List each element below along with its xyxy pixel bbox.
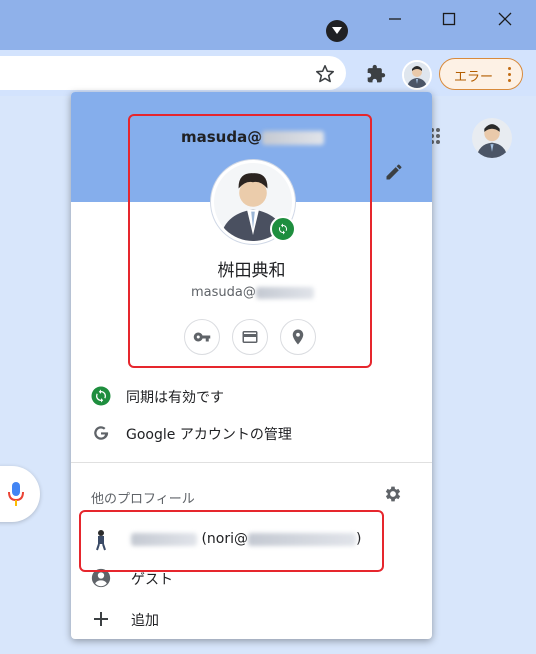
extensions-button[interactable] (366, 64, 386, 84)
add-profile-label: 追加 (131, 613, 159, 629)
bookmark-star-button[interactable] (314, 63, 336, 85)
sync-status-label: 同期は有効です (126, 390, 224, 406)
google-g-icon (91, 423, 111, 443)
puzzle-icon (367, 64, 386, 83)
manage-account-row[interactable]: Google アカウントの管理 (71, 415, 432, 451)
highlight-box-current-profile (128, 114, 372, 368)
add-profile-row[interactable]: 追加 (71, 601, 432, 637)
close-icon (498, 12, 512, 26)
more-vert-icon (508, 67, 512, 83)
toolbar-profile-avatar[interactable] (402, 60, 432, 90)
plus-icon (91, 609, 111, 629)
gear-icon (385, 486, 401, 502)
other-profiles-title: 他のプロフィール (91, 492, 195, 507)
maximize-icon (442, 12, 456, 26)
star-icon (315, 64, 335, 83)
sync-icon (91, 386, 111, 406)
sync-status-icon (91, 386, 111, 406)
sync-status-row[interactable]: 同期は有効です (71, 378, 432, 414)
maximize-button[interactable] (436, 8, 462, 30)
manage-account-label: Google アカウントの管理 (126, 427, 292, 443)
guest-label: ゲスト (131, 572, 173, 588)
edit-profile-button[interactable] (384, 162, 404, 182)
title-bar (0, 0, 536, 50)
address-bar[interactable] (0, 56, 346, 90)
profile-error-button[interactable]: エラー (439, 58, 523, 90)
highlight-box-other-profile (79, 510, 384, 572)
avatar-photo-icon (404, 62, 430, 88)
mic-icon (8, 482, 24, 506)
pencil-icon (386, 164, 402, 180)
chevron-down-icon (332, 27, 342, 34)
menu-divider (71, 462, 432, 463)
tab-search-button[interactable] (326, 20, 348, 42)
apps-grid-icon[interactable] (430, 128, 444, 146)
close-window-button[interactable] (492, 8, 518, 30)
avatar-photo-icon (472, 118, 512, 158)
minimize-button[interactable] (382, 8, 408, 30)
manage-profiles-button[interactable] (383, 484, 403, 504)
minimize-icon (389, 18, 401, 20)
page-account-avatar[interactable] (472, 118, 512, 158)
error-label: エラー (454, 70, 494, 85)
